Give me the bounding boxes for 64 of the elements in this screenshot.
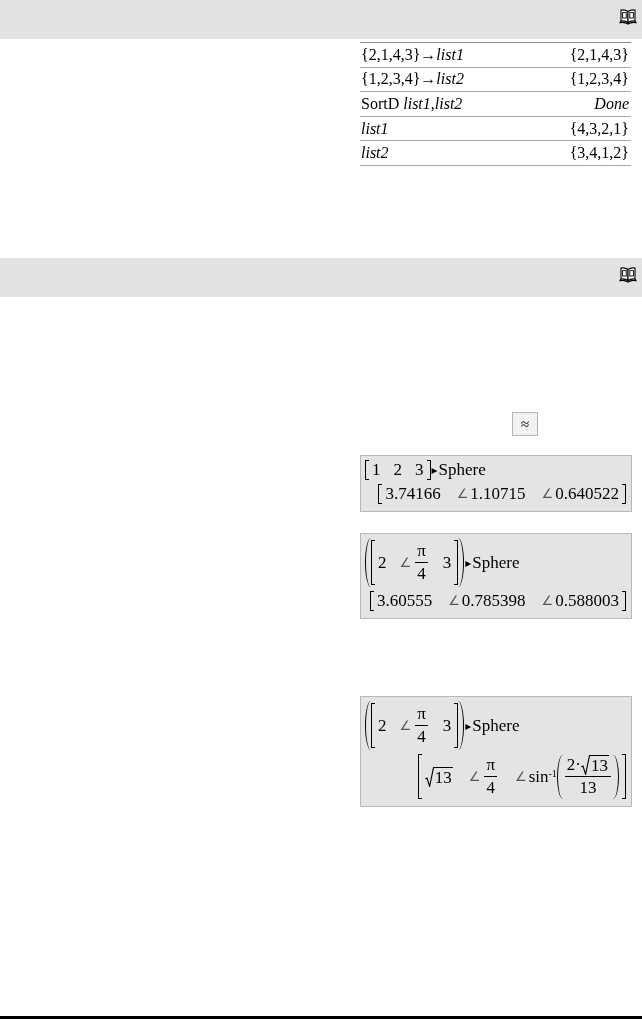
angle-sign: ∠ [541, 485, 554, 503]
left-bracket-icon [369, 591, 374, 611]
result-value: {2,1,4,3} [569, 44, 630, 65]
left-bracket-icon [378, 484, 383, 504]
denominator: 4 [416, 726, 427, 748]
function-name: sin$^{-1}$ [528, 766, 557, 787]
denominator: 4 [485, 777, 496, 799]
right-bracket-icon [426, 460, 431, 480]
matrix-entry: 3 [442, 715, 452, 736]
matrix-entry: 3.60555 [376, 591, 433, 611]
command-text: Sphere [472, 552, 520, 573]
input-expression: {1,2,3,4}→list2 [360, 69, 464, 90]
numerator: π [484, 754, 497, 777]
radicand: 13 [433, 766, 453, 787]
conversion-operator: ▸ [431, 462, 438, 479]
matrix-entry: 2 [378, 552, 387, 573]
input-expression: {2,1,4,3}→list1 [360, 44, 464, 65]
input-expression: list2 [360, 143, 389, 164]
matrix-entry: 0.588003 [555, 591, 619, 611]
result-value: {4,3,2,1} [569, 118, 630, 139]
angle-sign: ∠ [468, 767, 481, 786]
matrix-entry: 1 [372, 460, 381, 480]
input-expression: list1 [360, 118, 389, 139]
numerator: π [415, 540, 428, 563]
approx-button[interactable]: ≈ [512, 412, 538, 436]
left-bracket-icon [365, 460, 369, 480]
matrix-entry: 1.10715 [470, 484, 526, 504]
matrix-entry: 0.785398 [461, 591, 526, 611]
denominator: 13 [578, 776, 598, 799]
angle-sign: ∠ [399, 553, 412, 572]
numerator: π [415, 703, 428, 726]
left-bracket-icon [371, 540, 375, 585]
result-value: {1,2,3,4} [569, 69, 630, 90]
right-bracket-icon [622, 754, 626, 799]
angle-sign: ∠ [448, 592, 460, 610]
right-bracket-icon [622, 484, 626, 504]
radicand: 13 [590, 754, 609, 775]
angle-sign: ∠ [456, 485, 469, 503]
command-text: Sphere [438, 460, 486, 480]
left-bracket-icon [417, 754, 422, 799]
command-text: Sphere [472, 715, 520, 736]
result-value: Done [594, 94, 630, 114]
conversion-operator: ▸ [465, 554, 472, 572]
right-bracket-icon [454, 540, 459, 585]
square-root-icon [424, 766, 434, 787]
matrix-entry: 3 [442, 552, 452, 573]
matrix-entry: 2 [393, 460, 402, 480]
angle-sign: ∠ [515, 767, 527, 786]
input-expression: SortD list1,list2 [360, 94, 463, 114]
numerator-term: 2· [566, 754, 581, 775]
matrix-entry: 3.74166 [385, 484, 441, 504]
right-bracket-icon [454, 703, 459, 748]
matrix-entry: 2 [378, 715, 387, 736]
matrix-entry: 0.640522 [555, 484, 619, 504]
book-icon [619, 7, 637, 25]
matrix-entry: 3 [415, 460, 424, 480]
angle-sign: ∠ [541, 592, 554, 610]
denominator: 4 [416, 563, 427, 585]
right-bracket-icon [622, 591, 626, 611]
angle-sign: ∠ [399, 716, 412, 735]
conversion-operator: ▸ [465, 717, 472, 735]
left-bracket-icon [371, 703, 375, 748]
book-icon [619, 265, 637, 283]
result-value: {3,4,1,2} [569, 143, 630, 164]
